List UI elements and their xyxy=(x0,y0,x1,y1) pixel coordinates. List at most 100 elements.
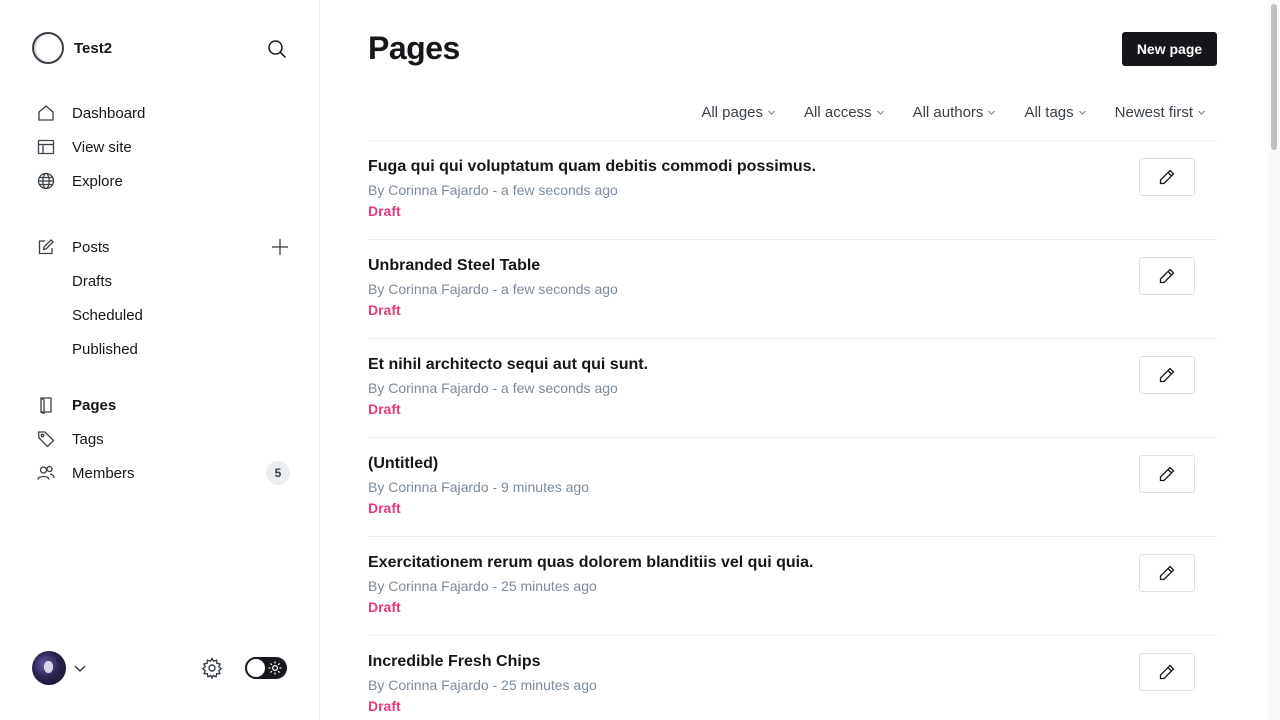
main-content: Pages New page All pages All access All … xyxy=(320,0,1268,720)
scrollbar-thumb[interactable] xyxy=(1271,4,1277,150)
pencil-icon xyxy=(1159,664,1175,680)
edit-icon xyxy=(32,230,62,264)
dark-mode-toggle[interactable] xyxy=(245,657,287,679)
filter-label: All tags xyxy=(1024,103,1074,121)
list-item[interactable]: (Untitled) By Corinna Fajardo - 9 minute… xyxy=(368,437,1217,536)
gear-icon xyxy=(201,657,223,679)
sidebar-item-label: Scheduled xyxy=(72,306,143,324)
sidebar: Test2 Dashboard View site Explore Posts … xyxy=(0,0,320,720)
page-title: Pages xyxy=(368,30,460,66)
page-title-link[interactable]: Et nihil architecto sequi aut qui sunt. xyxy=(368,356,648,374)
sidebar-item-published[interactable]: Published xyxy=(32,332,292,366)
sidebar-item-members[interactable]: Members 5 xyxy=(32,456,292,490)
browser-icon xyxy=(32,130,62,164)
page-icon xyxy=(32,388,62,422)
members-icon xyxy=(32,456,62,490)
chevron-down-icon xyxy=(768,110,775,115)
search-button[interactable] xyxy=(264,36,290,62)
page-meta: By Corinna Fajardo - 9 minutes ago xyxy=(368,479,589,495)
home-icon xyxy=(32,96,62,130)
globe-icon xyxy=(32,164,62,198)
pencil-icon xyxy=(1159,169,1175,185)
pages-list: Fuga qui qui voluptatum quam debitis com… xyxy=(368,140,1217,720)
filter-authors-dropdown[interactable]: All authors xyxy=(913,104,997,121)
chevron-down-icon[interactable] xyxy=(72,660,88,676)
edit-button[interactable] xyxy=(1139,653,1195,691)
sidebar-item-drafts[interactable]: Drafts xyxy=(32,264,292,298)
search-icon xyxy=(268,40,287,59)
sort-order-dropdown[interactable]: Newest first xyxy=(1115,104,1206,121)
sun-icon xyxy=(268,661,282,675)
filter-type-dropdown[interactable]: All pages xyxy=(701,104,776,121)
posts-nav: Posts Drafts Scheduled Published xyxy=(32,230,292,366)
status-badge: Draft xyxy=(368,599,401,615)
secondary-nav: Pages Tags Members 5 xyxy=(32,388,292,490)
status-badge: Draft xyxy=(368,203,401,219)
page-title-link[interactable]: Incredible Fresh Chips xyxy=(368,653,540,671)
toggle-knob xyxy=(247,659,265,677)
sidebar-item-dashboard[interactable]: Dashboard xyxy=(32,96,292,130)
list-item[interactable]: Exercitationem rerum quas dolorem blandi… xyxy=(368,536,1217,635)
filter-label: All authors xyxy=(912,103,984,121)
filter-tags-dropdown[interactable]: All tags xyxy=(1024,104,1086,121)
filter-label: Newest first xyxy=(1114,103,1193,121)
filter-label: All pages xyxy=(701,103,764,121)
plus-icon xyxy=(272,239,288,255)
site-logo xyxy=(32,32,64,64)
new-page-button[interactable]: New page xyxy=(1122,32,1217,66)
filter-label: All access xyxy=(804,103,872,121)
page-meta: By Corinna Fajardo - a few seconds ago xyxy=(368,281,618,297)
edit-button[interactable] xyxy=(1139,455,1195,493)
sidebar-item-label: Posts xyxy=(72,238,110,256)
sidebar-item-label: Pages xyxy=(72,396,117,414)
filter-bar: All pages All access All authors All tag… xyxy=(673,100,1206,124)
page-meta: By Corinna Fajardo - 25 minutes ago xyxy=(368,677,597,693)
avatar[interactable] xyxy=(32,651,66,685)
pencil-icon xyxy=(1159,367,1175,383)
status-badge: Draft xyxy=(368,302,401,318)
edit-button[interactable] xyxy=(1139,158,1195,196)
list-item[interactable]: Fuga qui qui voluptatum quam debitis com… xyxy=(368,140,1217,239)
sidebar-item-tags[interactable]: Tags xyxy=(32,422,292,456)
sidebar-item-view-site[interactable]: View site xyxy=(32,130,292,164)
page-title-link[interactable]: Unbranded Steel Table xyxy=(368,257,540,275)
edit-button[interactable] xyxy=(1139,554,1195,592)
page-scrollbar[interactable] xyxy=(1268,0,1280,720)
sidebar-item-label: Drafts xyxy=(72,272,113,290)
sidebar-footer xyxy=(32,650,288,686)
list-item[interactable]: Et nihil architecto sequi aut qui sunt. … xyxy=(368,338,1217,437)
list-item[interactable]: Unbranded Steel Table By Corinna Fajardo… xyxy=(368,239,1217,338)
sidebar-item-label: Members xyxy=(72,464,135,482)
site-brand[interactable]: Test2 xyxy=(32,32,112,64)
sidebar-item-scheduled[interactable]: Scheduled xyxy=(32,298,292,332)
settings-button[interactable] xyxy=(201,657,223,679)
chevron-down-icon xyxy=(988,110,996,115)
page-meta: By Corinna Fajardo - a few seconds ago xyxy=(368,182,618,198)
page-title-link[interactable]: Fuga qui qui voluptatum quam debitis com… xyxy=(368,158,816,176)
primary-nav: Dashboard View site Explore xyxy=(32,96,292,198)
sidebar-item-explore[interactable]: Explore xyxy=(32,164,292,198)
page-meta: By Corinna Fajardo - 25 minutes ago xyxy=(368,578,597,594)
chevron-down-icon xyxy=(876,110,884,115)
pencil-icon xyxy=(1159,466,1175,482)
filter-access-dropdown[interactable]: All access xyxy=(804,104,885,121)
site-name: Test2 xyxy=(74,39,113,57)
page-title-link[interactable]: Exercitationem rerum quas dolorem blandi… xyxy=(368,554,813,572)
edit-button[interactable] xyxy=(1139,356,1195,394)
sidebar-item-label: View site xyxy=(72,138,132,156)
edit-button[interactable] xyxy=(1139,257,1195,295)
sidebar-item-label: Tags xyxy=(72,430,104,448)
status-badge: Draft xyxy=(368,401,401,417)
sidebar-item-label: Dashboard xyxy=(72,104,146,122)
sidebar-item-posts[interactable]: Posts xyxy=(32,230,292,264)
new-post-button[interactable] xyxy=(270,237,290,257)
pencil-icon xyxy=(1159,565,1175,581)
members-count-badge: 5 xyxy=(266,461,290,485)
sidebar-item-pages[interactable]: Pages xyxy=(32,388,292,422)
status-badge: Draft xyxy=(368,500,401,516)
tag-icon xyxy=(32,422,62,456)
chevron-down-icon xyxy=(1198,110,1205,115)
page-meta: By Corinna Fajardo - a few seconds ago xyxy=(368,380,618,396)
page-title-link[interactable]: (Untitled) xyxy=(368,455,438,473)
list-item[interactable]: Incredible Fresh Chips By Corinna Fajard… xyxy=(368,635,1217,720)
